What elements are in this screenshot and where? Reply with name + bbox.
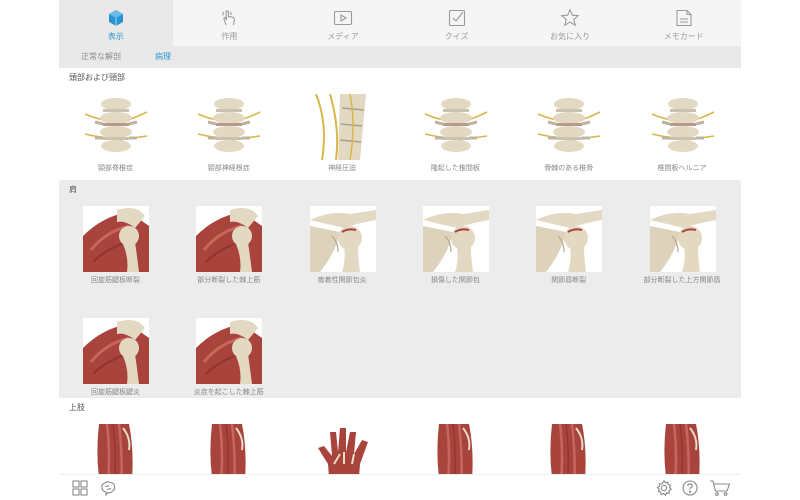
play-icon (333, 8, 353, 28)
section-title: 肩 (69, 185, 77, 194)
tab-memo-cards[interactable]: メモカード (627, 0, 741, 46)
pathology-label: 隆起した椎間板 (430, 164, 480, 172)
note-card-icon (674, 8, 694, 28)
section-title: 頭部および頸部 (69, 73, 125, 82)
section-title: 上肢 (69, 403, 85, 412)
pathology-label: 頸部神経根症 (207, 164, 250, 172)
pathology-thumbnail[interactable] (196, 206, 263, 272)
pathology-thumbnail[interactable] (196, 424, 263, 474)
pathology-item[interactable]: 頸部脊椎症 (59, 94, 172, 194)
app-window: 表示 作用 メディア クイズ お気に入り メモカード 正常な解剖 病理 頭部およ… (0, 0, 800, 500)
pathology-item[interactable]: 神経圧迫 (286, 94, 399, 194)
pathology-label: 回旋筋腱板断裂 (91, 276, 140, 284)
pathology-thumbnail[interactable] (309, 206, 376, 272)
section-0: 頭部および頸部 頸部脊椎症 頸部神経根症 神経圧迫 隆起した椎間板 骨棘のある椎… (59, 68, 741, 180)
pathology-thumbnail[interactable] (83, 206, 149, 272)
checkbox-icon (447, 8, 467, 28)
settings-icon[interactable] (655, 479, 673, 497)
pathology-thumbnail[interactable] (422, 424, 489, 474)
pathology-item[interactable]: 関節唇断裂 (512, 206, 625, 306)
pathology-label: 頸部脊椎症 (98, 164, 133, 172)
bottom-toolbar (59, 474, 741, 500)
tab-label: メモカード (663, 32, 704, 41)
pathology-thumbnail[interactable] (422, 206, 489, 272)
pathology-label: 炎症を起こした棘上筋 (193, 388, 264, 396)
sub-tab-bar: 正常な解剖 病理 (59, 46, 741, 68)
pathology-thumbnail[interactable] (649, 424, 716, 474)
pathology-thumbnail[interactable] (83, 424, 149, 474)
pathology-thumbnail[interactable] (536, 424, 603, 474)
hand-gesture-icon (219, 8, 239, 28)
pathology-item[interactable]: 骨棘のある椎骨 (512, 94, 625, 194)
help-icon[interactable] (681, 479, 699, 497)
tab-label: クイズ (444, 32, 469, 41)
main-panel: 表示 作用 メディア クイズ お気に入り メモカード 正常な解剖 病理 頭部およ… (59, 0, 741, 500)
pathology-thumbnail[interactable] (196, 94, 263, 160)
tab-label: お気に入り (550, 32, 591, 41)
tab-favorites[interactable]: お気に入り (513, 0, 627, 46)
pathology-label: 骨棘のある椎骨 (544, 164, 594, 172)
pathology-item[interactable] (59, 424, 172, 474)
cart-icon[interactable] (709, 479, 731, 497)
pathology-label: 回旋筋腱板腱炎 (91, 388, 140, 396)
star-icon (560, 8, 580, 28)
pathology-item[interactable]: 回旋筋腱板断裂 (59, 206, 172, 306)
pathology-thumbnail[interactable] (536, 206, 603, 272)
pathology-item[interactable] (399, 424, 512, 474)
pathology-thumbnail[interactable] (649, 94, 716, 160)
pathology-item[interactable]: 頸部神経根症 (172, 94, 285, 194)
pathology-item[interactable]: 損傷した関節包 (399, 206, 512, 306)
pathology-label: 部分断裂した棘上筋 (197, 276, 261, 284)
subtab-normal-anatomy[interactable]: 正常な解剖 (81, 52, 121, 62)
pathology-item[interactable] (286, 424, 399, 474)
pathology-thumbnail[interactable] (196, 318, 263, 384)
tab-quiz[interactable]: クイズ (400, 0, 514, 46)
grid-view-icon[interactable] (71, 479, 89, 497)
pathology-item[interactable] (512, 424, 625, 474)
tab-media[interactable]: メディア (286, 0, 400, 46)
section-2: 上肢 (59, 398, 741, 474)
pathology-thumbnail[interactable] (649, 206, 716, 272)
pathology-item[interactable] (172, 424, 285, 474)
tab-label: 表示 (107, 32, 124, 41)
pathology-label: 椎間板ヘルニア (657, 164, 707, 172)
tab-label: メディア (327, 32, 359, 41)
pathology-label: 損傷した関節包 (430, 276, 480, 284)
pathology-item[interactable]: 部分断裂した上方関節唇 (626, 206, 739, 306)
pathology-item[interactable] (626, 424, 739, 474)
pathology-item[interactable]: 隆起した椎間板 (399, 94, 512, 194)
pathology-item[interactable]: 癒着性関節包炎 (286, 206, 399, 306)
pathology-thumbnail[interactable] (536, 94, 603, 160)
pathology-thumbnail[interactable] (83, 94, 149, 160)
pathology-thumbnail[interactable] (309, 424, 376, 474)
subtab-pathology[interactable]: 病理 (155, 52, 171, 62)
pathology-item[interactable]: 部分断裂した棘上筋 (172, 206, 285, 306)
pathology-list: 頭部および頸部 頸部脊椎症 頸部神経根症 神経圧迫 隆起した椎間板 骨棘のある椎… (59, 68, 741, 474)
pathology-label: 癒着性関節包炎 (317, 276, 367, 284)
tab-view[interactable]: 表示 (59, 0, 173, 46)
section-1: 肩 回旋筋腱板断裂 部分断裂した棘上筋 癒着性関節包炎 損傷した関節包 関節唇断… (59, 180, 741, 398)
pathology-thumbnail[interactable] (83, 318, 149, 384)
cube-icon (106, 8, 126, 28)
pathology-label: 神経圧迫 (328, 164, 357, 172)
tab-label: 作用 (221, 32, 238, 41)
tab-action[interactable]: 作用 (173, 0, 287, 46)
top-tab-bar: 表示 作用 メディア クイズ お気に入り メモカード (59, 0, 741, 46)
pathology-thumbnail[interactable] (422, 94, 489, 160)
pathology-item[interactable]: 椎間板ヘルニア (626, 94, 739, 194)
pathology-label: 部分断裂した上方関節唇 (643, 276, 721, 284)
pathology-thumbnail[interactable] (309, 94, 376, 160)
brain-icon[interactable] (99, 479, 117, 497)
pathology-label: 関節唇断裂 (551, 276, 587, 284)
